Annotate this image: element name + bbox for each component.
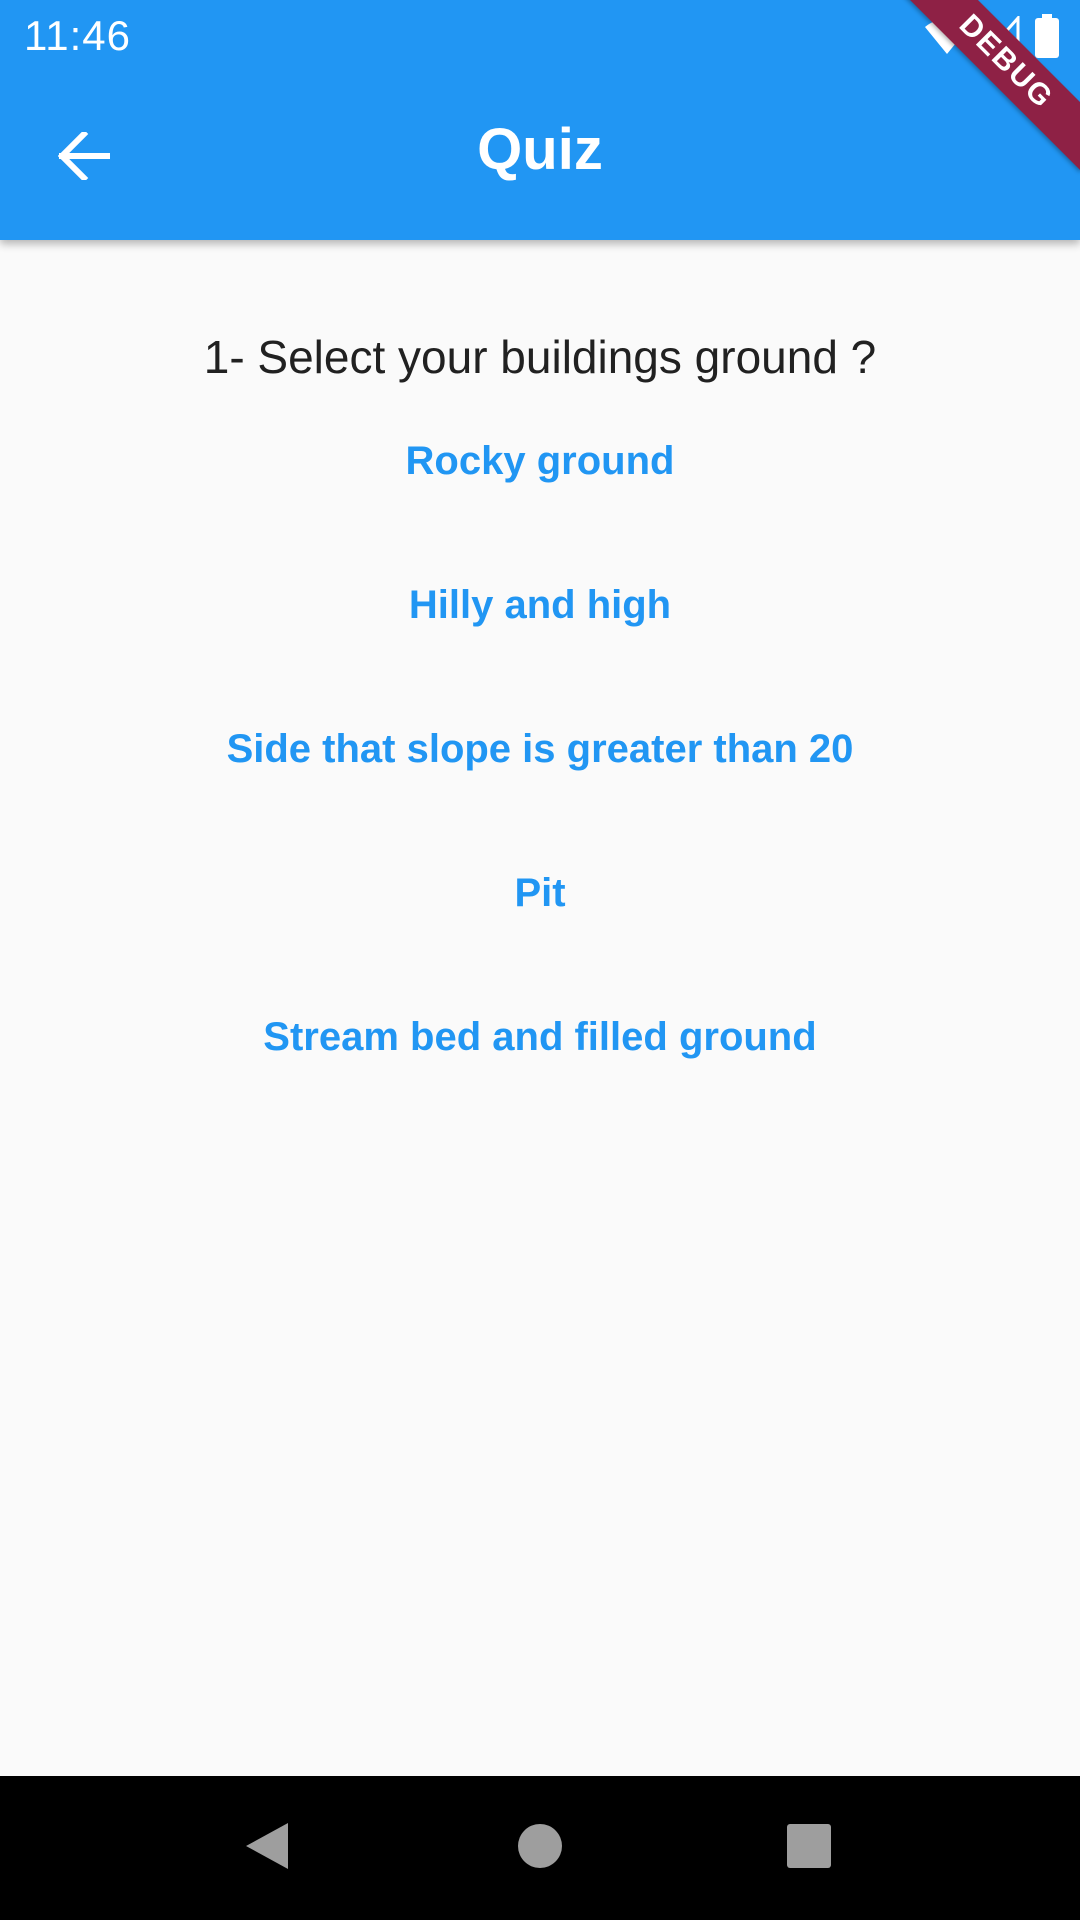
nav-back-button[interactable] — [230, 1812, 302, 1884]
answer-option-stream-bed[interactable]: Stream bed and filled ground — [140, 982, 940, 1092]
question-text: 1- Select your buildings ground ? — [203, 331, 877, 383]
status-time: 11:46 — [24, 12, 131, 59]
answer-option-pit[interactable]: Pit — [140, 838, 940, 948]
back-button[interactable] — [36, 108, 132, 204]
back-arrow-icon — [58, 132, 110, 180]
app-bar: 11:46 Quiz DEBUG — [0, 0, 1080, 240]
answer-option-hilly-and-high[interactable]: Hilly and high — [140, 550, 940, 660]
system-nav-bar — [0, 1776, 1080, 1920]
nav-recents-button[interactable] — [773, 1812, 845, 1884]
nav-home-button[interactable] — [504, 1812, 576, 1884]
answer-option-rocky-ground[interactable]: Rocky ground — [140, 406, 940, 516]
battery-icon — [1034, 14, 1060, 58]
nav-back-icon — [242, 1821, 290, 1876]
answer-option-slope-greater-than-20[interactable]: Side that slope is greater than 20 — [140, 694, 940, 804]
nav-recents-icon — [786, 1823, 832, 1874]
nav-home-icon — [517, 1823, 563, 1874]
page-title: Quiz — [477, 117, 603, 182]
